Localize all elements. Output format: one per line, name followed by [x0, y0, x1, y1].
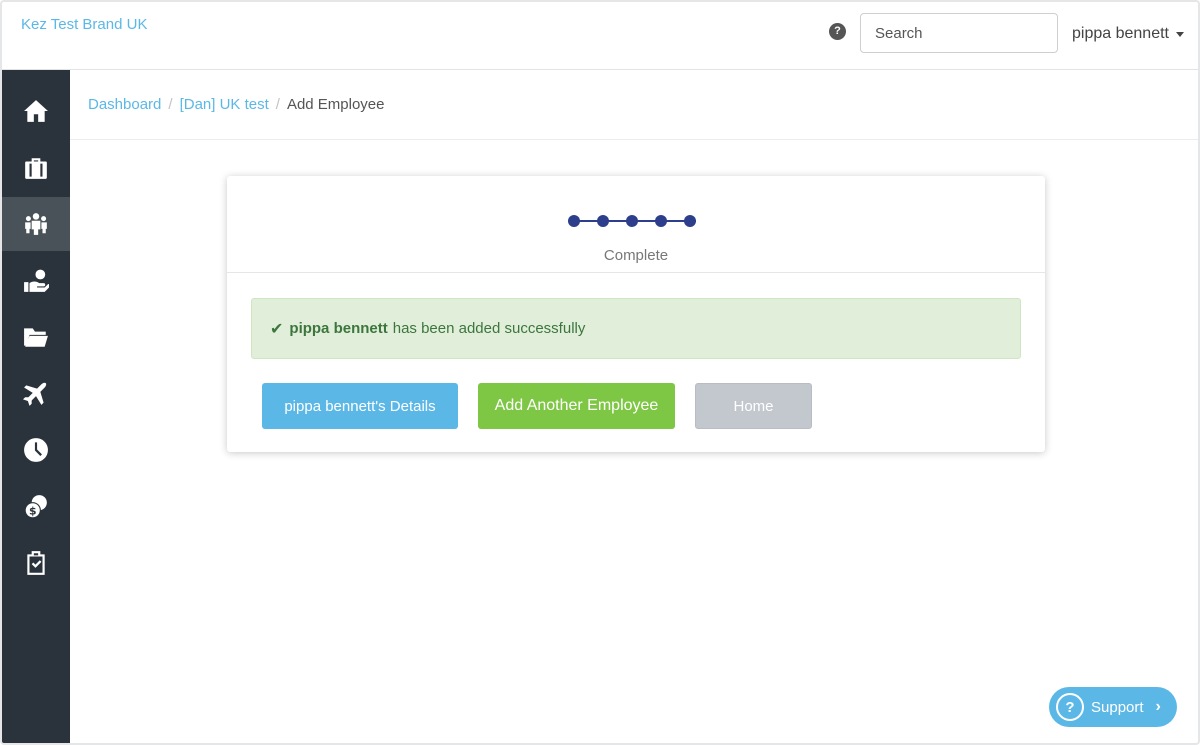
add-another-employee-button[interactable]: Add Another Employee [478, 383, 675, 429]
step-dot [626, 215, 638, 227]
breadcrumb-separator: / [275, 96, 280, 113]
step-dot [655, 215, 667, 227]
step-dot [597, 215, 609, 227]
app-window: Kez Test Brand UK ? pippa bennett [0, 0, 1200, 745]
sidebar-item-expenses[interactable]: $ [2, 480, 70, 534]
clock-icon [24, 438, 48, 462]
breadcrumb-separator: / [168, 96, 173, 113]
clipboard-check-icon [27, 551, 45, 575]
folder-icon [24, 328, 48, 347]
briefcase-icon [25, 158, 47, 179]
chevron-down-icon [1175, 31, 1184, 37]
sidebar-item-home[interactable] [2, 84, 70, 138]
sidebar-item-payroll[interactable] [2, 254, 70, 308]
airplane-icon [23, 382, 47, 406]
payroll-hand-icon [24, 269, 49, 292]
sidebar: $ [2, 70, 70, 743]
breadcrumb: Dashboard / [Dan] UK test / Add Employee [70, 70, 1198, 140]
user-menu[interactable]: pippa bennett [1072, 25, 1184, 43]
breadcrumb-dashboard[interactable]: Dashboard [88, 96, 161, 113]
home-icon [24, 100, 48, 122]
sidebar-item-employees[interactable] [2, 197, 70, 251]
sidebar-item-leave[interactable] [2, 367, 70, 421]
top-bar: Kez Test Brand UK ? pippa bennett [2, 2, 1198, 70]
employee-details-button[interactable]: pippa bennett's Details [262, 383, 458, 429]
question-icon: ? [1056, 693, 1084, 721]
step-dot [568, 215, 580, 227]
wizard-progress [568, 214, 703, 228]
home-button[interactable]: Home [695, 383, 812, 429]
alert-employee-name: pippa bennett [289, 320, 388, 337]
support-label: Support [1091, 698, 1144, 716]
employees-icon [25, 213, 47, 235]
help-icon[interactable]: ? [829, 23, 846, 40]
success-alert: ✔ pippa bennett has been added successfu… [251, 298, 1021, 359]
step-dot [684, 215, 696, 227]
coins-icon: $ [24, 495, 47, 519]
wizard-status-label: Complete [603, 247, 669, 264]
search-input[interactable] [860, 13, 1058, 53]
sidebar-item-jobs[interactable] [2, 141, 70, 195]
support-button[interactable]: ? Support › [1049, 687, 1177, 727]
chevron-right-icon: › [1155, 698, 1161, 715]
breadcrumb-company[interactable]: [Dan] UK test [180, 96, 269, 113]
user-name: pippa bennett [1072, 25, 1169, 42]
check-icon: ✔ [270, 320, 284, 338]
sidebar-item-documents[interactable] [2, 310, 70, 364]
svg-text:$: $ [29, 505, 37, 518]
brand-link[interactable]: Kez Test Brand UK [21, 16, 147, 33]
breadcrumb-current: Add Employee [286, 96, 385, 113]
alert-message: has been added successfully [392, 320, 586, 337]
divider [227, 272, 1045, 273]
sidebar-item-tasks[interactable] [2, 536, 70, 590]
sidebar-item-timesheets[interactable] [2, 423, 70, 477]
completion-card: Complete ✔ pippa bennett has been added … [227, 176, 1045, 452]
